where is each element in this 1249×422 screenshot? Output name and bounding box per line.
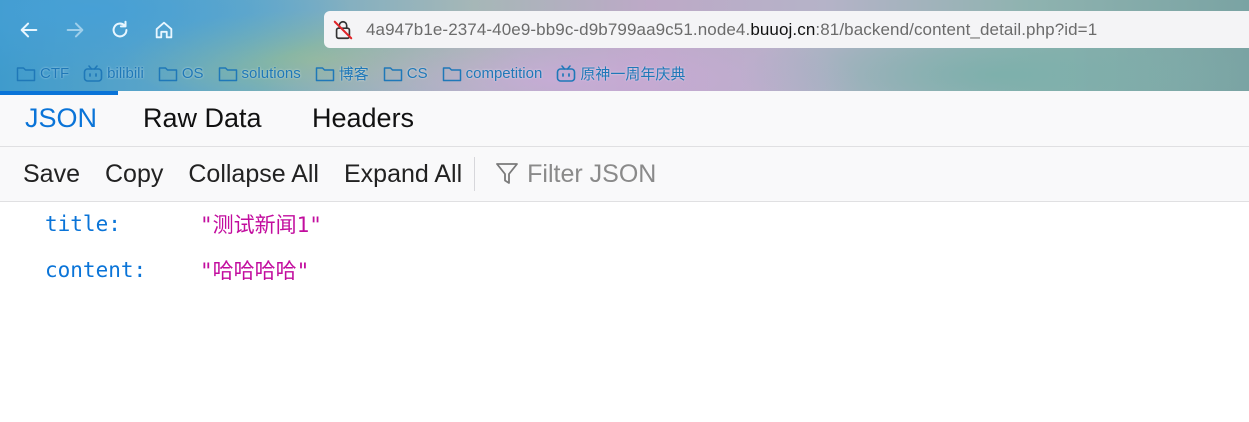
bookmark-solutions[interactable]: solutions xyxy=(218,65,301,82)
folder-icon xyxy=(315,66,334,81)
insecure-lock-icon[interactable] xyxy=(332,19,354,41)
url-host: buuoj.cn xyxy=(750,19,816,39)
bookmark-blog[interactable]: 博客 xyxy=(315,63,369,84)
folder-icon xyxy=(218,66,237,81)
json-toolbar: Save Copy Collapse All Expand All xyxy=(0,147,1249,202)
folder-icon xyxy=(442,66,461,81)
bookmark-ctf[interactable]: CTF xyxy=(16,65,69,82)
url-suffix: :81/backend/content_detail.php?id=1 xyxy=(815,19,1098,39)
copy-button[interactable]: Copy xyxy=(105,160,163,189)
reload-button[interactable] xyxy=(105,15,135,45)
forward-button[interactable] xyxy=(60,15,90,45)
bookmark-cs[interactable]: CS xyxy=(383,65,428,82)
tab-json[interactable]: JSON xyxy=(0,91,118,146)
folder-icon xyxy=(16,66,36,81)
bookmark-label: solutions xyxy=(241,64,301,82)
back-button[interactable] xyxy=(14,15,44,45)
url-text[interactable]: 4a947b1e-2374-40e9-bb9c-d9b799aa9c51.nod… xyxy=(366,20,1097,40)
toolbar-divider xyxy=(474,157,476,191)
filter-box xyxy=(495,159,828,189)
browser-chrome: 4a947b1e-2374-40e9-bb9c-d9b799aa9c51.nod… xyxy=(0,0,1249,91)
json-key: title: xyxy=(45,212,121,236)
bilibili-icon xyxy=(83,64,103,82)
bookmark-label: 原神一周年庆典 xyxy=(580,65,686,83)
reload-icon xyxy=(112,20,128,38)
folder-icon xyxy=(158,66,178,81)
bookmark-genshin-anniversary[interactable]: 原神一周年庆典 xyxy=(556,63,685,84)
tab-raw-data[interactable]: Raw Data xyxy=(118,91,288,146)
save-button[interactable]: Save xyxy=(23,160,80,189)
bookmark-label: OS xyxy=(181,64,204,82)
bookmarks-bar: CTF bilibili OS solutions 博客 CS competit… xyxy=(16,62,699,84)
filter-funnel-icon xyxy=(496,163,519,184)
bookmark-label: competition xyxy=(465,64,543,82)
back-arrow-icon xyxy=(20,22,38,38)
expand-all-button[interactable]: Expand All xyxy=(344,160,462,189)
json-row[interactable]: content: "哈哈哈哈" xyxy=(0,248,1249,292)
bookmark-label: bilibili xyxy=(107,64,144,82)
viewer-tabs: JSON Raw Data Headers xyxy=(0,91,1249,147)
home-icon xyxy=(155,21,173,39)
folder-icon xyxy=(383,66,403,81)
bookmark-label: CTF xyxy=(40,64,70,82)
bookmark-bilibili[interactable]: bilibili xyxy=(83,65,144,82)
json-value: "测试新闻1" xyxy=(200,213,322,237)
home-button[interactable] xyxy=(149,15,179,45)
address-bar[interactable]: 4a947b1e-2374-40e9-bb9c-d9b799aa9c51.nod… xyxy=(324,11,1249,48)
filter-json-input[interactable] xyxy=(527,159,828,189)
forward-arrow-icon xyxy=(66,22,84,38)
bookmark-competition[interactable]: competition xyxy=(442,64,543,82)
bookmark-label: CS xyxy=(406,64,428,82)
bookmark-label: 博客 xyxy=(338,65,369,83)
bilibili-icon xyxy=(557,64,576,82)
url-prefix: 4a947b1e-2374-40e9-bb9c-d9b799aa9c51.nod… xyxy=(366,19,751,39)
json-key: content: xyxy=(45,258,147,282)
collapse-all-button[interactable]: Collapse All xyxy=(188,160,319,189)
json-row[interactable]: title: "测试新闻1" xyxy=(0,202,1249,246)
tab-headers[interactable]: Headers xyxy=(288,91,448,146)
bookmark-os[interactable]: OS xyxy=(158,65,204,82)
json-value: "哈哈哈哈" xyxy=(200,259,310,283)
